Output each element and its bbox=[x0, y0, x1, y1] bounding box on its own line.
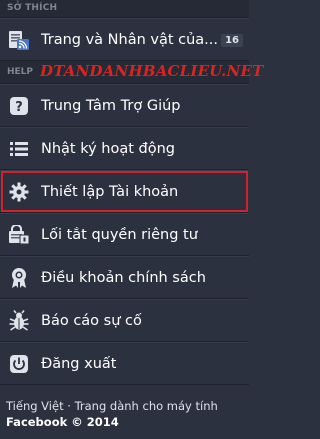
pages-feed-icon bbox=[8, 29, 30, 51]
menu-item-label: Trung Tâm Trợ Giúp bbox=[41, 97, 181, 114]
menu-item-account-settings[interactable]: Thiết lập Tài khoản bbox=[0, 170, 249, 213]
menu-item-label: Đăng xuất bbox=[41, 355, 117, 372]
footer: Tiếng Việt · Trang dành cho máy tính Fac… bbox=[0, 398, 249, 430]
menu-item-help-center[interactable]: ? Trung Tâm Trợ Giúp bbox=[0, 84, 249, 127]
section-header-favorites: SỞ THÍCH bbox=[0, 0, 249, 18]
help-header-label: HELP bbox=[7, 67, 34, 77]
menu-item-label: Lối tắt quyền riêng tư bbox=[41, 226, 198, 243]
badge-ribbon-icon bbox=[8, 267, 30, 289]
question-icon: ? bbox=[8, 95, 30, 117]
list-icon bbox=[8, 138, 30, 160]
copyright: Facebook © 2014 bbox=[6, 415, 119, 429]
menu-item-terms-policies[interactable]: Điều khoản chính sách bbox=[0, 256, 249, 299]
menu-item-label: Điều khoản chính sách bbox=[41, 269, 206, 286]
watermark-text: dtandanhbaclieu.net bbox=[40, 62, 264, 80]
menu-item-privacy-shortcuts[interactable]: Lối tắt quyền riêng tư bbox=[0, 213, 249, 256]
power-icon bbox=[8, 353, 30, 375]
menu-item-label: Trang và Nhân vật của... bbox=[41, 31, 219, 48]
section-header-help: HELP dtandanhbaclieu.net bbox=[0, 61, 263, 84]
menu-item-report-problem[interactable]: Báo cáo sự cố bbox=[0, 299, 249, 342]
desktop-site-link[interactable]: Trang dành cho máy tính bbox=[75, 399, 218, 413]
privacy-lock-icon bbox=[8, 224, 30, 246]
menu-item-label: Nhật ký hoạt động bbox=[41, 140, 175, 157]
language-link[interactable]: Tiếng Việt bbox=[6, 399, 64, 413]
menu-item-pages-people[interactable]: Trang và Nhân vật của... 16 bbox=[0, 18, 249, 61]
gear-icon bbox=[8, 181, 30, 203]
menu-item-label: Thiết lập Tài khoản bbox=[41, 183, 179, 200]
menu-item-log-out[interactable]: Đăng xuất bbox=[0, 342, 249, 385]
menu-item-label: Báo cáo sự cố bbox=[41, 312, 142, 329]
svg-text:?: ? bbox=[15, 100, 23, 115]
bug-icon bbox=[8, 309, 30, 332]
menu-item-activity-log[interactable]: Nhật ký hoạt động bbox=[0, 127, 249, 170]
footer-separator: · bbox=[67, 399, 71, 413]
count-badge: 16 bbox=[221, 34, 243, 47]
